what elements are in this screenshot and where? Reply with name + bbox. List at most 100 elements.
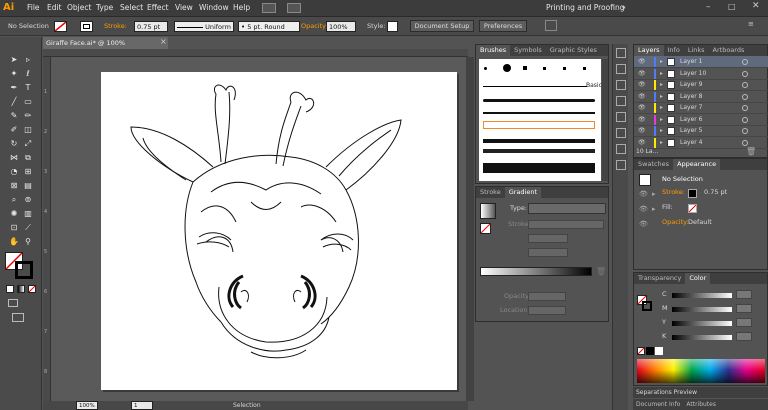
column-graph-tool-icon[interactable]: ▥ xyxy=(22,208,34,219)
panel-icon[interactable] xyxy=(616,96,626,106)
tab-symbols[interactable]: Symbols xyxy=(510,45,546,56)
brush-preview[interactable] xyxy=(503,64,511,72)
perspective-grid-tool-icon[interactable]: ⊞ xyxy=(22,166,34,177)
expand-arrow-icon[interactable]: ▸ xyxy=(660,114,663,126)
expand-arrow-icon[interactable]: ▸ xyxy=(660,137,663,149)
color-mode-icon[interactable] xyxy=(6,285,14,293)
panel-icon[interactable] xyxy=(616,112,626,122)
channel-slider-m[interactable] xyxy=(672,307,732,312)
layer-name[interactable]: Layer 9 xyxy=(680,79,702,91)
arrange-documents-icon[interactable] xyxy=(287,3,301,13)
gradient-fill-swatch[interactable] xyxy=(480,223,491,234)
gradient-location-field[interactable] xyxy=(528,306,566,315)
expand-arrow-icon[interactable]: ▸ xyxy=(660,125,663,137)
brush-preview[interactable] xyxy=(583,67,586,70)
workspace-switcher[interactable]: Printing and Proofing xyxy=(546,3,624,12)
eyedropper-tool-icon[interactable]: ⌕ xyxy=(8,194,20,205)
layer-target-icon[interactable] xyxy=(742,70,748,77)
close-document-icon[interactable]: × xyxy=(160,37,167,46)
appearance-fill-label[interactable]: Fill: xyxy=(662,202,673,213)
brush-preview[interactable] xyxy=(484,67,487,70)
color-stroke-swatch[interactable] xyxy=(642,301,652,311)
rectangle-tool-icon[interactable]: ▭ xyxy=(22,96,34,107)
selection-tool-icon[interactable]: ➤ xyxy=(8,54,20,65)
brush-preview[interactable] xyxy=(483,99,595,102)
expand-arrow-icon[interactable]: ▸ xyxy=(652,205,656,213)
menu-select[interactable]: Select xyxy=(120,3,143,12)
opacity-label[interactable]: Opacity: xyxy=(301,21,328,32)
hand-tool-icon[interactable]: ✋ xyxy=(8,236,20,247)
tab-info[interactable]: Info xyxy=(664,45,684,56)
menu-file[interactable]: File xyxy=(27,3,40,12)
gradient-stroke-buttons[interactable] xyxy=(528,220,604,229)
zoom-tool-icon[interactable]: ⚲ xyxy=(22,236,34,247)
color-spectrum[interactable] xyxy=(637,359,765,383)
visibility-eye-icon[interactable]: 👁 xyxy=(638,56,646,68)
gradient-thumbnail[interactable] xyxy=(480,203,496,219)
minimize-icon[interactable]: – xyxy=(706,2,711,12)
tab-layers[interactable]: Layers xyxy=(634,45,664,56)
layer-target-icon[interactable] xyxy=(742,116,748,123)
brush-preview[interactable] xyxy=(483,86,587,87)
menu-object[interactable]: Object xyxy=(67,3,91,12)
panel-icon[interactable] xyxy=(616,48,626,58)
brush-library-list[interactable]: Basic xyxy=(479,59,602,181)
layer-target-icon[interactable] xyxy=(742,82,748,88)
menu-effect[interactable]: Effect xyxy=(147,3,169,12)
expand-arrow-icon[interactable]: ▸ xyxy=(652,190,656,198)
tab-document-info[interactable]: Document Info xyxy=(633,399,683,410)
visibility-eye-icon[interactable]: 👁 xyxy=(638,68,646,80)
stroke-weight-field[interactable]: 0.75 pt xyxy=(134,21,168,32)
layer-target-icon[interactable] xyxy=(742,59,748,65)
fill-swatch[interactable] xyxy=(54,21,67,32)
gradient-opacity-field[interactable] xyxy=(528,292,566,301)
menu-help[interactable]: Help xyxy=(233,3,250,12)
black-color-chip[interactable] xyxy=(646,347,654,355)
gradient-aspect-field[interactable] xyxy=(528,248,568,257)
gradient-angle-field[interactable] xyxy=(528,234,568,243)
none-color-chip[interactable] xyxy=(637,347,645,355)
line-tool-icon[interactable]: ╱ xyxy=(8,96,20,107)
brush-preview[interactable] xyxy=(523,66,527,70)
layer-row[interactable]: 👁 ▸ Layer 8 xyxy=(634,91,768,103)
panel-icon[interactable] xyxy=(616,160,626,170)
pencil-tool-icon[interactable]: ✏ xyxy=(22,110,34,121)
blend-tool-icon[interactable]: ⊚ xyxy=(22,194,34,205)
layer-name[interactable]: Layer 7 xyxy=(680,102,702,114)
preferences-button[interactable]: Preferences xyxy=(479,20,527,32)
expand-arrow-icon[interactable]: ▸ xyxy=(660,91,663,103)
close-icon[interactable]: ✕ xyxy=(752,1,760,11)
symbol-sprayer-tool-icon[interactable]: ✺ xyxy=(8,208,20,219)
visibility-eye-icon[interactable]: 👁 xyxy=(638,91,646,103)
expand-arrow-icon[interactable]: ▸ xyxy=(660,56,663,68)
delete-layer-icon[interactable]: 🗑 xyxy=(746,147,756,156)
align-icon[interactable] xyxy=(545,20,557,31)
slice-tool-icon[interactable]: ⟋ xyxy=(22,222,34,233)
paintbrush-tool-icon[interactable]: ✎ xyxy=(8,110,20,121)
layer-name[interactable]: Layer 1 xyxy=(680,56,702,68)
white-color-chip[interactable] xyxy=(655,347,663,355)
brush-preview[interactable] xyxy=(543,67,546,70)
free-transform-tool-icon[interactable]: ⧉ xyxy=(22,152,34,163)
visibility-eye-icon[interactable]: 👁 xyxy=(638,114,646,126)
menu-type[interactable]: Type xyxy=(96,3,113,12)
tab-color[interactable]: Color xyxy=(685,273,711,284)
expand-arrow-icon[interactable]: ▸ xyxy=(660,79,663,91)
channel-field-k[interactable] xyxy=(736,332,752,341)
layer-row[interactable]: 👁 ▸ Layer 5 xyxy=(634,125,768,137)
delete-stop-icon[interactable]: 🗑 xyxy=(596,267,606,276)
menu-window[interactable]: Window xyxy=(199,3,229,12)
document-tab[interactable]: Giraffe Face.ai* @ 100% (CMYK/Preview) xyxy=(43,37,168,59)
drawing-mode-icon[interactable] xyxy=(8,299,18,307)
type-tool-icon[interactable]: T xyxy=(22,82,34,93)
visibility-eye-icon[interactable]: 👁 xyxy=(638,125,646,137)
layer-target-icon[interactable] xyxy=(742,139,748,146)
channel-slider-y[interactable] xyxy=(672,321,732,326)
panel-icon[interactable] xyxy=(616,80,626,90)
layer-row[interactable]: 👁 ▸ Layer 1 xyxy=(634,56,768,68)
gradient-mode-icon[interactable] xyxy=(17,285,25,293)
appearance-stroke-label[interactable]: Stroke: xyxy=(662,187,685,198)
tab-artboards[interactable]: Artboards xyxy=(709,45,749,56)
expand-arrow-icon[interactable]: ▸ xyxy=(660,102,663,114)
pen-tool-icon[interactable]: ✒ xyxy=(8,82,20,93)
